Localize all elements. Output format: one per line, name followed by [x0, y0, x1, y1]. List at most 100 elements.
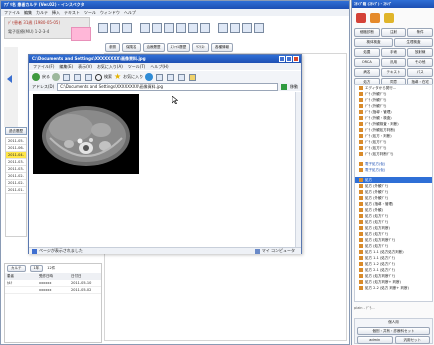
- stamp-orange-icon[interactable]: [370, 13, 380, 23]
- stamp-tab[interactable]: 生理検査: [394, 38, 433, 47]
- undo-icon[interactable]: [152, 23, 162, 33]
- general-set-button[interactable]: 汎用セット: [394, 336, 430, 344]
- search-icon[interactable]: [95, 73, 102, 81]
- footer-column-header[interactable]: 日付日: [69, 274, 101, 279]
- date-list-item[interactable]: 2011-03-: [6, 166, 26, 173]
- stop-icon[interactable]: [63, 73, 70, 81]
- set-category-button[interactable]: 個別・共有・診療科セット: [357, 327, 430, 335]
- date-list-item[interactable]: 2011-02-: [6, 180, 26, 187]
- toolbar-tab[interactable]: 参照: [105, 42, 120, 52]
- folder-icon[interactable]: [189, 73, 197, 81]
- admin-button[interactable]: admin: [357, 336, 393, 344]
- layout-icon[interactable]: [230, 23, 240, 33]
- footer-column-header[interactable]: 受診日時: [37, 274, 69, 279]
- stamp-tab[interactable]: パス: [407, 68, 434, 77]
- bottom-button-row: admin 汎用セット: [357, 336, 430, 344]
- copy-icon[interactable]: [110, 23, 120, 33]
- stamp-tab[interactable]: 検体検査: [354, 38, 393, 47]
- main-menu-item[interactable]: 挿入: [52, 10, 60, 16]
- stamp-tree-item[interactable]: 処方 2-2 (処方 判断+ 判断): [355, 285, 432, 291]
- address-input[interactable]: C:\Documents and Settings\XXXXXXXX\画像資料.…: [57, 83, 278, 91]
- stamp-tab[interactable]: 注射: [380, 28, 407, 37]
- redo-icon[interactable]: [164, 23, 174, 33]
- pencil-icon: [359, 110, 363, 114]
- history-icon[interactable]: [156, 73, 164, 81]
- main-menu-item[interactable]: 編集: [24, 10, 32, 16]
- karte-select[interactable]: カルテ: [7, 265, 26, 272]
- count-select[interactable]: 1年: [29, 265, 44, 272]
- refresh-icon[interactable]: [74, 73, 81, 81]
- print-icon[interactable]: [242, 23, 252, 33]
- search-label[interactable]: 検索: [104, 74, 112, 80]
- date-list-item[interactable]: 2011-03-: [6, 159, 26, 166]
- main-menu-item[interactable]: ファイル: [4, 10, 20, 16]
- history-button[interactable]: 過去履歴: [5, 127, 27, 135]
- viewer-menu-item[interactable]: 編集(E): [59, 64, 73, 70]
- date-list-item[interactable]: 2011-01-: [6, 187, 26, 194]
- zoom-icon[interactable]: [188, 23, 198, 33]
- media-icon[interactable]: [145, 73, 154, 81]
- tool-icon[interactable]: [200, 23, 210, 33]
- stamp-tab[interactable]: 病名: [354, 68, 380, 77]
- favorites-icon[interactable]: ★: [114, 73, 121, 81]
- viewer-title-bar[interactable]: C:\Documents and Settings\XXXXXXXX\画像資料.…: [29, 55, 301, 63]
- stamp-tab[interactable]: 処置: [354, 48, 380, 57]
- home-icon[interactable]: [85, 73, 92, 81]
- stamp-tab[interactable]: その他: [407, 58, 434, 67]
- minimize-icon[interactable]: [279, 56, 285, 62]
- main-menu-item[interactable]: ウィンドウ: [100, 10, 120, 16]
- vertical-scrollbar[interactable]: [295, 92, 301, 247]
- stamp-red-icon[interactable]: [356, 13, 366, 23]
- go-label[interactable]: 移動: [290, 84, 298, 90]
- print-icon[interactable]: [178, 73, 186, 81]
- stamp-tab[interactable]: ORCA: [354, 58, 380, 67]
- stamp-tab[interactable]: 放射線: [407, 48, 434, 57]
- bookmark-icon[interactable]: [140, 23, 150, 33]
- toolbar-tab[interactable]: 各種情報: [211, 42, 233, 52]
- toolbar-tab[interactable]: ｽﾌｧｲﾙ履歴: [166, 42, 191, 52]
- table-row[interactable]: xxxxxx 2011-05-02: [5, 287, 101, 294]
- date-list-item[interactable]: 2011-04-: [6, 152, 26, 159]
- mail-icon[interactable]: [167, 73, 175, 81]
- stamp-tab[interactable]: 汎用: [380, 58, 407, 67]
- stamp-tree-item-label: ﾃﾞﾓ (指導・管理): [365, 110, 392, 114]
- back-arrow-icon[interactable]: [7, 75, 12, 83]
- close-icon[interactable]: [293, 56, 299, 62]
- main-menu-item[interactable]: ヘルプ: [124, 10, 136, 16]
- viewer-menu-item[interactable]: ツール(T): [128, 64, 146, 70]
- favorites-label[interactable]: お気に入り: [123, 74, 143, 80]
- main-title-bar[interactable]: ｱﾌﾟﾘ名 患者カルテ (Ver.02) - インスペクタ: [1, 1, 349, 9]
- toolbar-tab[interactable]: 保険名: [122, 42, 141, 52]
- date-list-item[interactable]: 2011-05-: [6, 138, 26, 145]
- forward-icon[interactable]: [52, 73, 60, 81]
- viewer-menu-item[interactable]: 表示(V): [78, 64, 92, 70]
- viewer-toolbar: 戻る 検索 ★ お気に入り: [29, 71, 301, 83]
- footer-column-header[interactable]: 患者: [5, 274, 37, 279]
- document-icon[interactable]: [98, 23, 108, 33]
- stamp-tab[interactable]: 細胞診断: [354, 28, 380, 37]
- viewer-menu-item[interactable]: ヘルプ(H): [150, 64, 168, 70]
- stamp-tab[interactable]: テキスト: [380, 68, 407, 77]
- viewer-menu-item[interactable]: ファイル(F): [33, 64, 54, 70]
- back-label[interactable]: 戻る: [42, 74, 50, 80]
- edit-icon[interactable]: [176, 23, 186, 33]
- paste-icon[interactable]: [122, 23, 132, 33]
- main-menu-item[interactable]: カルテ: [36, 10, 48, 16]
- table-icon[interactable]: [254, 23, 264, 33]
- viewer-menu-item[interactable]: お気に入り(A): [97, 64, 123, 70]
- table-row[interactable]: ｶﾙﾃ xxxxxx 2011-05-10: [5, 280, 101, 287]
- stamp-tab[interactable]: 手術: [380, 48, 407, 57]
- toolbar-tab[interactable]: 治療履歴: [142, 42, 165, 52]
- maximize-icon[interactable]: [286, 56, 292, 62]
- go-icon[interactable]: [281, 84, 287, 90]
- toolbar-tab[interactable]: ｻﾏﾘｽﾄ: [192, 42, 209, 52]
- back-icon[interactable]: [32, 73, 40, 81]
- stamp-title-bar[interactable]: ｽﾀﾝﾌﾟ箱 (ｽﾀﾝﾌﾟ) - ｽﾀﾝﾌﾟ: [352, 0, 434, 8]
- date-list-item[interactable]: 2011-06-: [6, 145, 26, 152]
- date-list-item[interactable]: 2011-02-: [6, 173, 26, 180]
- stamp-tab[interactable]: 条件: [407, 28, 434, 37]
- stamp-yellow-icon[interactable]: [384, 13, 394, 23]
- main-menu-item[interactable]: ツール: [84, 10, 96, 16]
- window-icon[interactable]: [218, 23, 228, 33]
- main-menu-item[interactable]: テキスト: [64, 10, 80, 16]
